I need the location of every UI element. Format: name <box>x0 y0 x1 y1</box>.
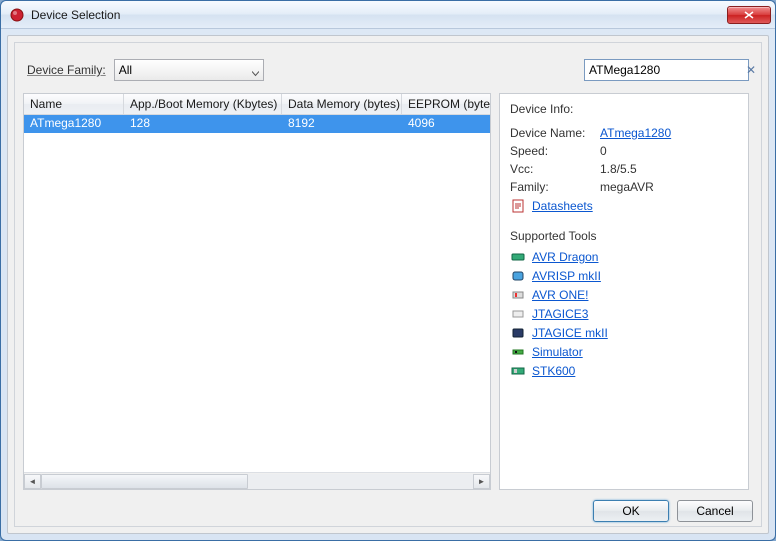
device-family-dropdown[interactable]: All <box>114 59 264 81</box>
col-eeprom[interactable]: EEPROM (bytes) <box>402 94 490 114</box>
footer: OK Cancel <box>15 490 761 526</box>
tool-link[interactable]: JTAGICE3 <box>532 307 588 321</box>
pdf-icon <box>510 198 526 214</box>
supported-tools-label: Supported Tools <box>510 229 738 243</box>
table-row[interactable]: ATmega1280 128 8192 4096 <box>24 115 490 133</box>
cell-eeprom: 4096 <box>402 115 490 133</box>
tool-row: JTAGICE3 <box>510 306 738 322</box>
stk600-icon <box>510 363 526 379</box>
col-app-memory[interactable]: App./Boot Memory (Kbytes) <box>124 94 282 114</box>
tool-row: AVR Dragon <box>510 249 738 265</box>
info-family-value: megaAVR <box>600 180 738 194</box>
scroll-thumb[interactable] <box>41 474 248 489</box>
device-info-title: Device Info: <box>510 102 738 116</box>
scroll-right-button[interactable]: ► <box>473 474 490 489</box>
close-button[interactable] <box>727 6 771 24</box>
cell-data: 8192 <box>282 115 402 133</box>
device-family-label: Device Family: <box>27 63 106 77</box>
cell-name: ATmega1280 <box>24 115 124 133</box>
avrisp-icon <box>510 268 526 284</box>
device-selection-window: Device Selection Device Family: All ✕ <box>0 0 776 541</box>
simulator-icon <box>510 344 526 360</box>
info-name-label: Device Name: <box>510 126 600 140</box>
tool-row: Simulator <box>510 344 738 360</box>
jtagicemk2-icon <box>510 325 526 341</box>
info-speed-label: Speed: <box>510 144 600 158</box>
info-vcc-value: 1.8/5.5 <box>600 162 738 176</box>
tool-row: STK600 <box>510 363 738 379</box>
top-row: Device Family: All ✕ <box>15 43 761 93</box>
close-icon <box>744 11 754 19</box>
tool-row: AVR ONE! <box>510 287 738 303</box>
mid-row: Name App./Boot Memory (Kbytes) Data Memo… <box>15 93 761 490</box>
client-area: Device Family: All ✕ Name App./Boot Mem <box>7 35 769 534</box>
tool-link[interactable]: STK600 <box>532 364 575 378</box>
device-info-panel: Device Info: Device Name: ATmega1280 Spe… <box>499 93 749 490</box>
info-vcc-label: Vcc: <box>510 162 600 176</box>
ok-button[interactable]: OK <box>593 500 669 522</box>
tool-row: AVRISP mkII <box>510 268 738 284</box>
tool-link[interactable]: AVRISP mkII <box>532 269 601 283</box>
device-table: Name App./Boot Memory (Kbytes) Data Memo… <box>23 93 491 490</box>
table-header: Name App./Boot Memory (Kbytes) Data Memo… <box>24 94 490 115</box>
col-data-memory[interactable]: Data Memory (bytes) <box>282 94 402 114</box>
chevron-down-icon <box>252 67 259 74</box>
cell-app: 128 <box>124 115 282 133</box>
horizontal-scrollbar[interactable]: ◄ ► <box>24 472 490 489</box>
tool-link[interactable]: Simulator <box>532 345 583 359</box>
datasheets-link[interactable]: Datasheets <box>532 199 593 213</box>
table-body[interactable]: ATmega1280 128 8192 4096 <box>24 115 490 472</box>
tool-link[interactable]: JTAGICE mkII <box>532 326 608 340</box>
search-box[interactable]: ✕ <box>584 59 749 81</box>
tool-link[interactable]: AVR Dragon <box>532 250 598 264</box>
inner-frame: Device Family: All ✕ Name App./Boot Mem <box>14 42 762 527</box>
tool-row: JTAGICE mkII <box>510 325 738 341</box>
device-family-value: All <box>119 63 132 77</box>
info-speed-value: 0 <box>600 144 738 158</box>
tool-link[interactable]: AVR ONE! <box>532 288 588 302</box>
dragon-icon <box>510 249 526 265</box>
cancel-button[interactable]: Cancel <box>677 500 753 522</box>
search-input[interactable] <box>589 63 744 77</box>
jtagice3-icon <box>510 306 526 322</box>
titlebar: Device Selection <box>1 1 775 29</box>
scroll-track[interactable] <box>41 474 473 489</box>
info-family-label: Family: <box>510 180 600 194</box>
scroll-left-button[interactable]: ◄ <box>24 474 41 489</box>
window-title: Device Selection <box>31 8 727 22</box>
app-icon <box>9 7 25 23</box>
col-name[interactable]: Name <box>24 94 124 114</box>
avrone-icon <box>510 287 526 303</box>
clear-search-icon[interactable]: ✕ <box>744 63 758 77</box>
info-name-link[interactable]: ATmega1280 <box>600 126 671 140</box>
